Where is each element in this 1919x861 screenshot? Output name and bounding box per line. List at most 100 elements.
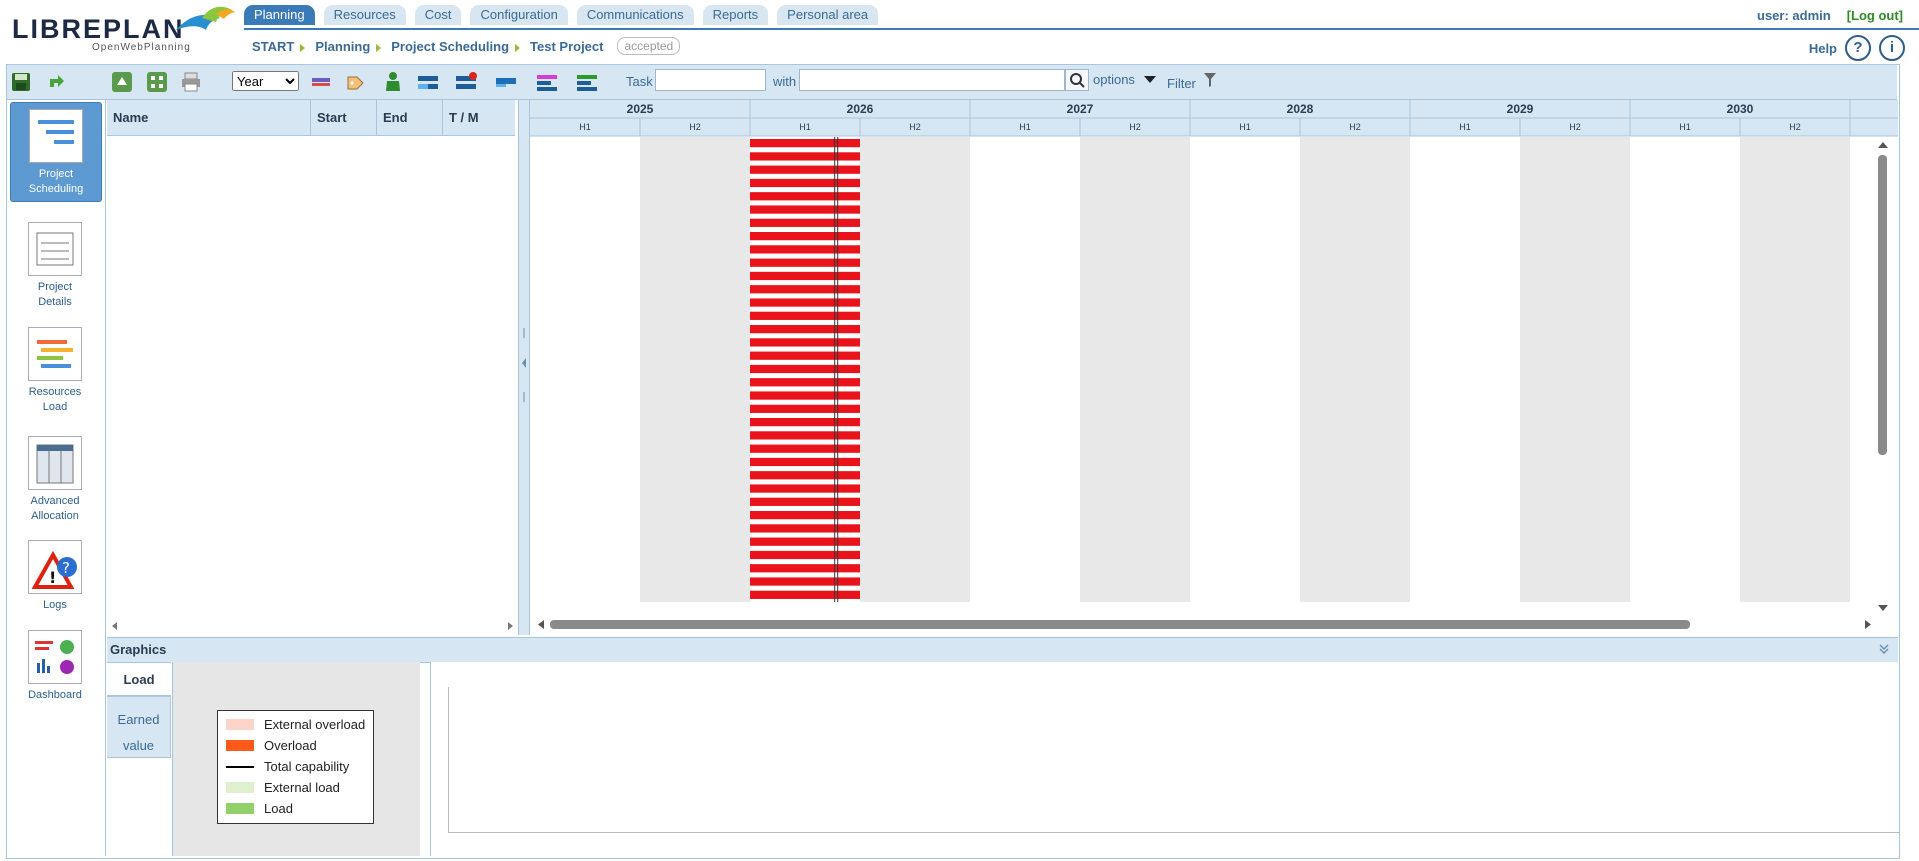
task-bar	[750, 351, 860, 360]
perspective-label: Advanced	[30, 495, 80, 507]
year-label: 2028	[1287, 102, 1314, 116]
main-menu: Planning Resources Cost Configuration Commun…	[244, 5, 879, 29]
task-bar	[750, 285, 860, 294]
legend-label: Total capability	[264, 759, 350, 774]
with-filter-input[interactable]	[799, 69, 1065, 91]
show-progress-icon[interactable]	[417, 71, 439, 93]
half-year-label: H1	[1239, 122, 1251, 132]
save-icon[interactable]	[10, 71, 32, 93]
svg-text:?: ?	[62, 559, 70, 577]
half-year-label: H1	[579, 122, 591, 132]
breadcrumb-item-project-scheduling[interactable]: Project Scheduling	[391, 39, 509, 54]
year-label: 2026	[847, 102, 874, 116]
show-labels-icon[interactable]	[345, 71, 367, 93]
logout-link[interactable]: [Log out]	[1847, 8, 1903, 23]
show-resources-icon[interactable]	[382, 71, 404, 93]
tab-load[interactable]: Load	[107, 662, 171, 696]
legend-swatch	[226, 782, 254, 793]
task-list-panel: Name Start End T / M	[107, 100, 519, 635]
column-header-tm[interactable]: T / M	[443, 100, 515, 135]
perspective-project-details[interactable]: Project Details	[10, 216, 100, 314]
half-year-label: H2	[1349, 122, 1361, 132]
menu-tab-communications[interactable]: Communications	[576, 5, 694, 25]
task-bar	[750, 338, 860, 347]
collapse-icon[interactable]	[1878, 643, 1890, 655]
show-all-elements-icon[interactable]	[146, 71, 168, 93]
perspective-label: Load	[42, 401, 68, 413]
perspective-dashboard[interactable]: Dashboard	[10, 624, 100, 710]
menu-tab-reports[interactable]: Reports	[702, 5, 769, 25]
task-bar	[750, 311, 860, 320]
task-bar	[750, 550, 860, 560]
half-year-label: H2	[1569, 122, 1581, 132]
breadcrumb-item-test-project[interactable]: Test Project	[530, 39, 603, 54]
help-link[interactable]: Help	[1809, 41, 1837, 56]
half-year-label: H1	[1459, 122, 1471, 132]
column-header-end[interactable]: End	[377, 100, 443, 135]
help-icon[interactable]: ?	[1845, 35, 1871, 61]
user-label: user: admin	[1757, 8, 1831, 23]
show-consolidation-icon[interactable]	[576, 71, 598, 93]
task-filter-input[interactable]	[655, 69, 766, 91]
search-button[interactable]	[1065, 69, 1089, 91]
task-filter-label: Task	[626, 74, 653, 89]
task-bar	[750, 471, 860, 480]
libreplan-logo: LIBREPLAN OpenWebPlanning	[12, 4, 235, 56]
task-bar	[750, 484, 860, 493]
perspective-resources-load[interactable]: Resources Load	[10, 321, 100, 419]
graphics-header: Graphics	[107, 637, 1898, 663]
help-bar: Help ? i	[1809, 35, 1905, 61]
perspective-logs[interactable]: !? Logs	[10, 534, 100, 614]
task-bar	[750, 404, 860, 413]
perspective-project-scheduling[interactable]: Project Scheduling	[10, 102, 102, 202]
task-bar	[750, 152, 860, 161]
task-bar	[750, 298, 860, 307]
user-bar: user: admin [Log out]	[1757, 8, 1903, 23]
perspective-advanced-allocation[interactable]: Advanced Allocation	[10, 430, 100, 528]
scroll-left-icon[interactable]	[110, 621, 120, 631]
zoom-level-select[interactable]: YearQuarterMonthWeekDay	[232, 71, 299, 91]
scroll-right-icon[interactable]	[505, 621, 515, 631]
breadcrumb-item-planning[interactable]: Planning	[315, 39, 370, 54]
menu-tab-personal-area[interactable]: Personal area	[777, 5, 879, 25]
half-year-label: H2	[689, 122, 701, 132]
legend-swatch	[226, 719, 254, 730]
task-bar	[750, 431, 860, 440]
breadcrumb-item-start[interactable]: START	[252, 39, 294, 54]
menu-tab-cost[interactable]: Cost	[414, 5, 462, 25]
task-bar	[750, 391, 860, 400]
menu-tab-planning[interactable]: Planning	[244, 5, 315, 25]
expand-all-icon[interactable]	[111, 71, 133, 93]
perspective-label: Logs	[43, 599, 67, 611]
graphics-tabs: Load Earned value	[107, 662, 173, 856]
planner-toolbar: YearQuarterMonthWeekDay Task with option…	[7, 65, 1897, 100]
funnel-icon	[1203, 73, 1216, 87]
half-year-label: H2	[1789, 122, 1801, 132]
show-advances-icon[interactable]	[536, 71, 558, 93]
task-bar	[750, 564, 860, 573]
shaded-period	[640, 137, 750, 602]
task-bar	[750, 457, 860, 467]
options-dropdown[interactable]: options	[1093, 72, 1157, 87]
menu-tab-resources[interactable]: Resources	[323, 5, 406, 25]
show-money-cost-bar-icon[interactable]	[495, 71, 517, 93]
column-header-name[interactable]: Name	[107, 100, 311, 135]
year-label: 2025	[627, 102, 654, 116]
print-icon[interactable]	[180, 71, 202, 93]
info-icon[interactable]: i	[1879, 35, 1905, 61]
legend-swatch	[226, 740, 254, 751]
task-bar	[750, 205, 860, 214]
menu-tab-configuration[interactable]: Configuration	[470, 5, 568, 25]
panel-splitter[interactable]	[519, 100, 530, 635]
filter-button[interactable]: Filter	[1167, 72, 1217, 91]
task-bar	[750, 271, 860, 281]
task-bar	[750, 590, 860, 599]
column-header-start[interactable]: Start	[311, 100, 377, 135]
dashboard-icon	[28, 630, 82, 684]
options-label: options	[1093, 72, 1135, 87]
show-reported-hours-icon[interactable]	[455, 71, 477, 93]
half-year-label: H1	[1019, 122, 1031, 132]
tab-earned-value[interactable]: Earned value	[107, 696, 171, 758]
reassign-icon[interactable]	[44, 71, 66, 93]
show-critical-path-icon[interactable]	[310, 71, 332, 93]
